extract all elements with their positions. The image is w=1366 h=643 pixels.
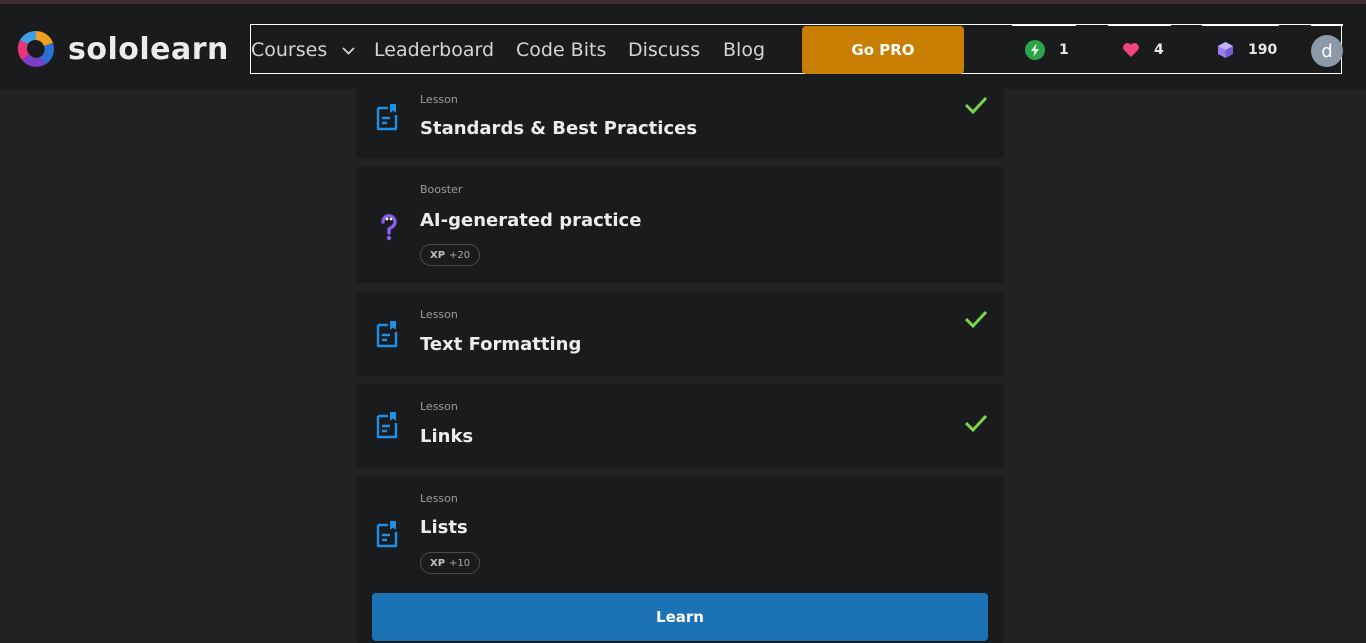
xp-label: XP — [430, 557, 446, 569]
top-navigation-bar: sololearn Courses Leaderboard Code Bits … — [0, 4, 1366, 89]
nav-blog[interactable]: Blog — [723, 25, 765, 75]
lesson-card[interactable]: Lesson Links — [356, 384, 1004, 468]
nav-courses[interactable]: Courses — [251, 25, 355, 75]
gems-counter[interactable]: 190 — [1217, 25, 1277, 75]
user-avatar[interactable]: d — [1311, 35, 1343, 67]
sololearn-logo[interactable]: sololearn — [14, 26, 229, 72]
booster-card[interactable]: Booster AI-generated practice XP +20 — [356, 167, 1004, 283]
card-title: Links — [420, 426, 474, 447]
hearts-value: 4 — [1154, 42, 1164, 58]
xp-value: +20 — [449, 249, 471, 261]
lesson-doc-icon — [376, 321, 398, 348]
heart-icon — [1123, 43, 1139, 57]
gem-icon — [1218, 42, 1233, 58]
main-nav: Courses Leaderboard Code Bits Discuss Bl… — [250, 24, 1343, 75]
checkmark-icon — [964, 310, 988, 328]
hearts-counter[interactable]: 4 — [1122, 25, 1164, 75]
lesson-card[interactable]: Lesson Text Formatting — [356, 292, 1004, 376]
card-type-label: Lesson — [420, 93, 458, 106]
go-pro-button[interactable]: Go PRO — [802, 26, 964, 74]
stat-divider — [1311, 24, 1343, 26]
card-type-label: Lesson — [420, 308, 458, 321]
card-title: Text Formatting — [420, 334, 582, 355]
nav-code-bits[interactable]: Code Bits — [516, 25, 606, 75]
card-title: AI-generated practice — [420, 210, 642, 231]
nav-discuss[interactable]: Discuss — [628, 25, 700, 75]
checkmark-icon — [964, 96, 988, 114]
gems-value: 190 — [1248, 42, 1278, 58]
lightning-icon — [1025, 40, 1045, 60]
lesson-doc-icon — [376, 104, 398, 131]
chevron-down-icon — [342, 46, 355, 55]
streak-counter[interactable]: 1 — [1025, 25, 1069, 75]
question-mark-icon — [381, 214, 397, 241]
card-type-label: Booster — [420, 183, 463, 196]
card-title: Lists — [420, 517, 468, 538]
brand-name: sololearn — [68, 31, 229, 67]
xp-badge: XP +20 — [420, 244, 481, 266]
checkmark-icon — [964, 414, 988, 432]
nav-courses-label: Courses — [251, 39, 328, 61]
xp-label: XP — [430, 249, 446, 261]
lesson-card[interactable]: Lesson Standards & Best Practices — [356, 89, 1004, 158]
sololearn-logo-icon — [17, 30, 55, 67]
lesson-doc-icon — [376, 521, 398, 548]
card-title: Standards & Best Practices — [420, 118, 698, 139]
card-type-label: Lesson — [420, 492, 458, 505]
xp-badge: XP +10 — [420, 552, 481, 574]
xp-value: +10 — [449, 557, 471, 569]
learn-button[interactable]: Learn — [372, 593, 988, 641]
streak-value: 1 — [1059, 42, 1069, 58]
nav-leaderboard[interactable]: Leaderboard — [374, 25, 494, 75]
card-type-label: Lesson — [420, 400, 458, 413]
lesson-doc-icon — [376, 412, 398, 439]
